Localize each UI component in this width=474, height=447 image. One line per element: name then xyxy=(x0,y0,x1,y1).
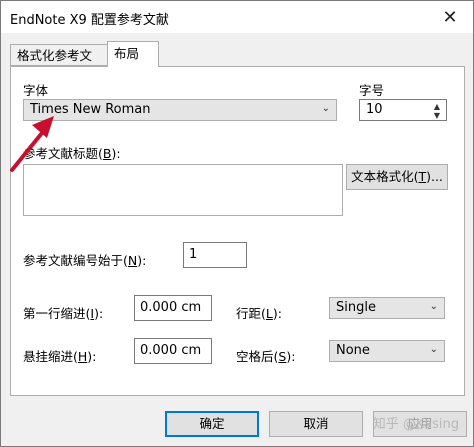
start-number-accesskey: N xyxy=(127,253,138,268)
size-value: 10 xyxy=(366,102,383,117)
font-select-value: Times New Roman xyxy=(30,102,151,117)
line-spacing-label: 行距(L): xyxy=(236,303,282,322)
window-title: EndNote X9 配置参考文献 xyxy=(10,13,169,28)
dialog-window: EndNote X9 配置参考文献 ✕ 格式化参考文献 布局 字体 Times … xyxy=(0,0,474,447)
spin-down-icon[interactable]: ▼ xyxy=(430,111,444,120)
first-indent-label-end: ): xyxy=(94,306,104,321)
chevron-down-icon: ⌄ xyxy=(429,344,438,355)
watermark: 知乎 @Kasing xyxy=(372,417,459,432)
start-number-value: 1 xyxy=(189,247,198,262)
hanging-indent-accesskey: H xyxy=(77,349,88,364)
tab-layout[interactable]: 布局 xyxy=(107,41,159,67)
space-after-label: 空格后(S): xyxy=(236,346,295,365)
hanging-indent-input[interactable]: 0.000 cm xyxy=(134,338,212,364)
format-text-label: 文本格式化( xyxy=(351,169,419,184)
size-spinner[interactable]: ▲ ▼ xyxy=(430,102,444,120)
space-after-label-end: ): xyxy=(286,349,296,364)
layout-panel: 字体 Times New Roman ⌄ 字号 10 ▲ ▼ 参考文献标题(B)… xyxy=(10,66,465,396)
format-text-button[interactable]: 文本格式化(T)... xyxy=(346,164,448,190)
title-bar: EndNote X9 配置参考文献 ✕ xyxy=(1,1,473,33)
hanging-indent-label-text: 悬挂缩进( xyxy=(23,349,78,364)
hanging-indent-value: 0.000 cm xyxy=(140,343,202,358)
line-spacing-label-text: 行距( xyxy=(236,306,266,321)
bib-title-textarea[interactable] xyxy=(23,164,343,216)
start-number-label-text: 参考文献编号始于( xyxy=(23,253,128,268)
spin-up-icon[interactable]: ▲ xyxy=(430,102,444,111)
hanging-indent-label-end: ): xyxy=(87,349,97,364)
ok-button[interactable]: 确定 xyxy=(165,411,259,437)
first-indent-input[interactable]: 0.000 cm xyxy=(134,295,212,321)
start-number-label: 参考文献编号始于(N): xyxy=(23,250,146,269)
line-spacing-select[interactable]: Single ⌄ xyxy=(329,297,445,319)
cancel-button[interactable]: 取消 xyxy=(269,411,363,437)
format-text-label-end: )... xyxy=(426,169,443,184)
chevron-down-icon: ⌄ xyxy=(321,103,330,114)
chevron-down-icon: ⌄ xyxy=(429,301,438,312)
size-combo[interactable]: 10 ▲ ▼ xyxy=(359,99,447,121)
font-label: 字体 xyxy=(23,83,49,98)
line-spacing-value: Single xyxy=(336,300,376,315)
first-indent-label: 第一行缩进(I): xyxy=(23,303,103,322)
line-spacing-accesskey: L xyxy=(265,306,273,321)
close-icon[interactable]: ✕ xyxy=(427,1,473,33)
line-spacing-label-end: ): xyxy=(272,306,282,321)
space-after-select[interactable]: None ⌄ xyxy=(329,340,445,362)
dialog-client: 格式化参考文献 布局 字体 Times New Roman ⌄ 字号 10 ▲ … xyxy=(1,33,473,446)
tab-format-bibliography[interactable]: 格式化参考文献 xyxy=(10,44,108,85)
size-label: 字号 xyxy=(359,83,385,98)
bib-title-label: 参考文献标题(B): xyxy=(23,143,121,162)
space-after-label-text: 空格后( xyxy=(236,349,279,364)
first-indent-value: 0.000 cm xyxy=(140,300,202,315)
start-number-label-end: ): xyxy=(137,253,147,268)
start-number-input[interactable]: 1 xyxy=(183,242,247,268)
bib-title-label-end: ): xyxy=(111,146,121,161)
font-select[interactable]: Times New Roman ⌄ xyxy=(23,99,337,121)
format-text-accesskey: T xyxy=(418,169,427,184)
first-indent-label-text: 第一行缩进( xyxy=(23,306,91,321)
hanging-indent-label: 悬挂缩进(H): xyxy=(23,346,96,365)
space-after-value: None xyxy=(336,343,370,358)
bib-title-label-text: 参考文献标题( xyxy=(23,146,103,161)
